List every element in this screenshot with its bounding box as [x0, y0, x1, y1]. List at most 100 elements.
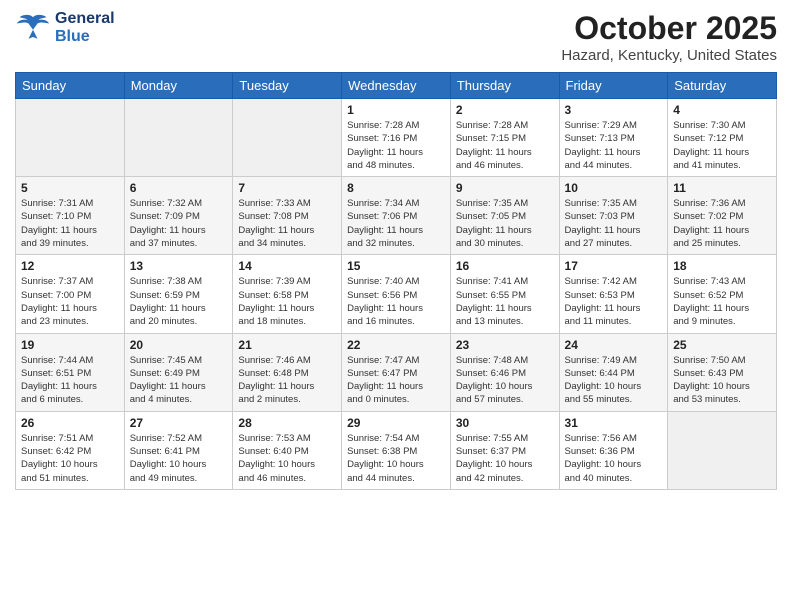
- day-number: 18: [673, 259, 771, 273]
- day-info: Sunrise: 7:46 AM Sunset: 6:48 PM Dayligh…: [238, 354, 336, 407]
- day-number: 14: [238, 259, 336, 273]
- day-info: Sunrise: 7:30 AM Sunset: 7:12 PM Dayligh…: [673, 119, 771, 172]
- logo-blue: Blue: [55, 28, 115, 46]
- calendar-week-1: 1Sunrise: 7:28 AM Sunset: 7:16 PM Daylig…: [16, 99, 777, 177]
- day-number: 16: [456, 259, 554, 273]
- day-number: 5: [21, 181, 119, 195]
- calendar-cell: 2 Sunrise: 7:28 AM Sunset: 7:15 PM Daylig…: [450, 99, 559, 177]
- calendar-cell: 15 Sunrise: 7:40 AM Sunset: 6:56 PM Dayli…: [342, 255, 451, 333]
- calendar-cell: 6 Sunrise: 7:32 AM Sunset: 7:09 PM Daylig…: [124, 177, 233, 255]
- calendar-cell: 21Sunrise: 7:46 AM Sunset: 6:48 PM Dayli…: [233, 333, 342, 411]
- calendar-cell: 4 Sunrise: 7:30 AM Sunset: 7:12 PM Daylig…: [668, 99, 777, 177]
- page-container: General Blue October 2025 Hazard, Kentuc…: [0, 0, 792, 612]
- calendar-cell: 31 Sunrise: 7:56 AM Sunset: 6:36 PM Dayli…: [559, 411, 668, 489]
- day-info: Sunrise: 7:44 AM Sunset: 6:51 PM Dayligh…: [21, 354, 119, 407]
- calendar-cell: 19Sunrise: 7:44 AM Sunset: 6:51 PM Dayli…: [16, 333, 125, 411]
- day-info: Sunrise: 7:49 AM Sunset: 6:44 PM Dayligh…: [565, 354, 663, 407]
- calendar-cell: 22 Sunrise: 7:47 AM Sunset: 6:47 PM Dayli…: [342, 333, 451, 411]
- day-info: Sunrise: 7:40 AM Sunset: 6:56 PM Dayligh…: [347, 275, 445, 328]
- calendar-cell: 1Sunrise: 7:28 AM Sunset: 7:16 PM Daylig…: [342, 99, 451, 177]
- logo: General Blue: [15, 10, 115, 46]
- day-info: Sunrise: 7:39 AM Sunset: 6:58 PM Dayligh…: [238, 275, 336, 328]
- day-info: Sunrise: 7:29 AM Sunset: 7:13 PM Dayligh…: [565, 119, 663, 172]
- day-number: 24: [565, 338, 663, 352]
- day-number: 8: [347, 181, 445, 195]
- day-info: Sunrise: 7:54 AM Sunset: 6:38 PM Dayligh…: [347, 432, 445, 485]
- day-info: Sunrise: 7:55 AM Sunset: 6:37 PM Dayligh…: [456, 432, 554, 485]
- calendar-cell: 12 Sunrise: 7:37 AM Sunset: 7:00 PM Dayli…: [16, 255, 125, 333]
- calendar-cell: [124, 99, 233, 177]
- day-number: 3: [565, 103, 663, 117]
- calendar-week-4: 19Sunrise: 7:44 AM Sunset: 6:51 PM Dayli…: [16, 333, 777, 411]
- day-info: Sunrise: 7:45 AM Sunset: 6:49 PM Dayligh…: [130, 354, 228, 407]
- day-number: 22: [347, 338, 445, 352]
- calendar-header-row: Sunday Monday Tuesday Wednesday Thursday…: [16, 73, 777, 99]
- calendar-cell: 18 Sunrise: 7:43 AM Sunset: 6:52 PM Dayli…: [668, 255, 777, 333]
- day-info: Sunrise: 7:48 AM Sunset: 6:46 PM Dayligh…: [456, 354, 554, 407]
- day-number: 2: [456, 103, 554, 117]
- calendar-cell: 25 Sunrise: 7:50 AM Sunset: 6:43 PM Dayli…: [668, 333, 777, 411]
- calendar-cell: 28 Sunrise: 7:53 AM Sunset: 6:40 PM Dayli…: [233, 411, 342, 489]
- day-number: 29: [347, 416, 445, 430]
- day-info: Sunrise: 7:36 AM Sunset: 7:02 PM Dayligh…: [673, 197, 771, 250]
- location: Hazard, Kentucky, United States: [561, 47, 777, 64]
- logo-icon: [15, 10, 51, 46]
- header-friday: Friday: [559, 73, 668, 99]
- day-number: 9: [456, 181, 554, 195]
- calendar-week-3: 12 Sunrise: 7:37 AM Sunset: 7:00 PM Dayli…: [16, 255, 777, 333]
- day-info: Sunrise: 7:37 AM Sunset: 7:00 PM Dayligh…: [21, 275, 119, 328]
- day-number: 15: [347, 259, 445, 273]
- header-saturday: Saturday: [668, 73, 777, 99]
- day-info: Sunrise: 7:33 AM Sunset: 7:08 PM Dayligh…: [238, 197, 336, 250]
- day-number: 7: [238, 181, 336, 195]
- day-info: Sunrise: 7:50 AM Sunset: 6:43 PM Dayligh…: [673, 354, 771, 407]
- title-section: October 2025 Hazard, Kentucky, United St…: [561, 10, 777, 64]
- day-info: Sunrise: 7:28 AM Sunset: 7:16 PM Dayligh…: [347, 119, 445, 172]
- calendar-cell: 27Sunrise: 7:52 AM Sunset: 6:41 PM Dayli…: [124, 411, 233, 489]
- calendar-cell: 7 Sunrise: 7:33 AM Sunset: 7:08 PM Daylig…: [233, 177, 342, 255]
- day-number: 10: [565, 181, 663, 195]
- header-thursday: Thursday: [450, 73, 559, 99]
- calendar-cell: 10 Sunrise: 7:35 AM Sunset: 7:03 PM Dayli…: [559, 177, 668, 255]
- calendar-table: Sunday Monday Tuesday Wednesday Thursday…: [15, 72, 777, 490]
- calendar-cell: [668, 411, 777, 489]
- calendar-cell: 9Sunrise: 7:35 AM Sunset: 7:05 PM Daylig…: [450, 177, 559, 255]
- logo-general: General: [55, 10, 115, 28]
- day-info: Sunrise: 7:53 AM Sunset: 6:40 PM Dayligh…: [238, 432, 336, 485]
- day-number: 12: [21, 259, 119, 273]
- day-info: Sunrise: 7:28 AM Sunset: 7:15 PM Dayligh…: [456, 119, 554, 172]
- day-number: 4: [673, 103, 771, 117]
- header-tuesday: Tuesday: [233, 73, 342, 99]
- day-info: Sunrise: 7:51 AM Sunset: 6:42 PM Dayligh…: [21, 432, 119, 485]
- page-header: General Blue October 2025 Hazard, Kentuc…: [15, 10, 777, 64]
- calendar-cell: 11Sunrise: 7:36 AM Sunset: 7:02 PM Dayli…: [668, 177, 777, 255]
- day-number: 20: [130, 338, 228, 352]
- calendar-week-5: 26Sunrise: 7:51 AM Sunset: 6:42 PM Dayli…: [16, 411, 777, 489]
- day-number: 17: [565, 259, 663, 273]
- day-info: Sunrise: 7:32 AM Sunset: 7:09 PM Dayligh…: [130, 197, 228, 250]
- calendar-week-2: 5Sunrise: 7:31 AM Sunset: 7:10 PM Daylig…: [16, 177, 777, 255]
- day-info: Sunrise: 7:56 AM Sunset: 6:36 PM Dayligh…: [565, 432, 663, 485]
- header-wednesday: Wednesday: [342, 73, 451, 99]
- calendar-cell: 23 Sunrise: 7:48 AM Sunset: 6:46 PM Dayli…: [450, 333, 559, 411]
- calendar-cell: 24 Sunrise: 7:49 AM Sunset: 6:44 PM Dayli…: [559, 333, 668, 411]
- calendar-cell: 5Sunrise: 7:31 AM Sunset: 7:10 PM Daylig…: [16, 177, 125, 255]
- calendar-cell: 29 Sunrise: 7:54 AM Sunset: 6:38 PM Dayli…: [342, 411, 451, 489]
- day-number: 28: [238, 416, 336, 430]
- calendar-cell: 13Sunrise: 7:38 AM Sunset: 6:59 PM Dayli…: [124, 255, 233, 333]
- day-number: 25: [673, 338, 771, 352]
- header-sunday: Sunday: [16, 73, 125, 99]
- calendar-cell: [16, 99, 125, 177]
- day-info: Sunrise: 7:42 AM Sunset: 6:53 PM Dayligh…: [565, 275, 663, 328]
- day-number: 6: [130, 181, 228, 195]
- day-number: 13: [130, 259, 228, 273]
- day-number: 23: [456, 338, 554, 352]
- day-info: Sunrise: 7:41 AM Sunset: 6:55 PM Dayligh…: [456, 275, 554, 328]
- day-info: Sunrise: 7:35 AM Sunset: 7:03 PM Dayligh…: [565, 197, 663, 250]
- calendar-cell: 30Sunrise: 7:55 AM Sunset: 6:37 PM Dayli…: [450, 411, 559, 489]
- month-title: October 2025: [561, 10, 777, 47]
- calendar-cell: 8Sunrise: 7:34 AM Sunset: 7:06 PM Daylig…: [342, 177, 451, 255]
- day-info: Sunrise: 7:43 AM Sunset: 6:52 PM Dayligh…: [673, 275, 771, 328]
- day-number: 31: [565, 416, 663, 430]
- day-info: Sunrise: 7:47 AM Sunset: 6:47 PM Dayligh…: [347, 354, 445, 407]
